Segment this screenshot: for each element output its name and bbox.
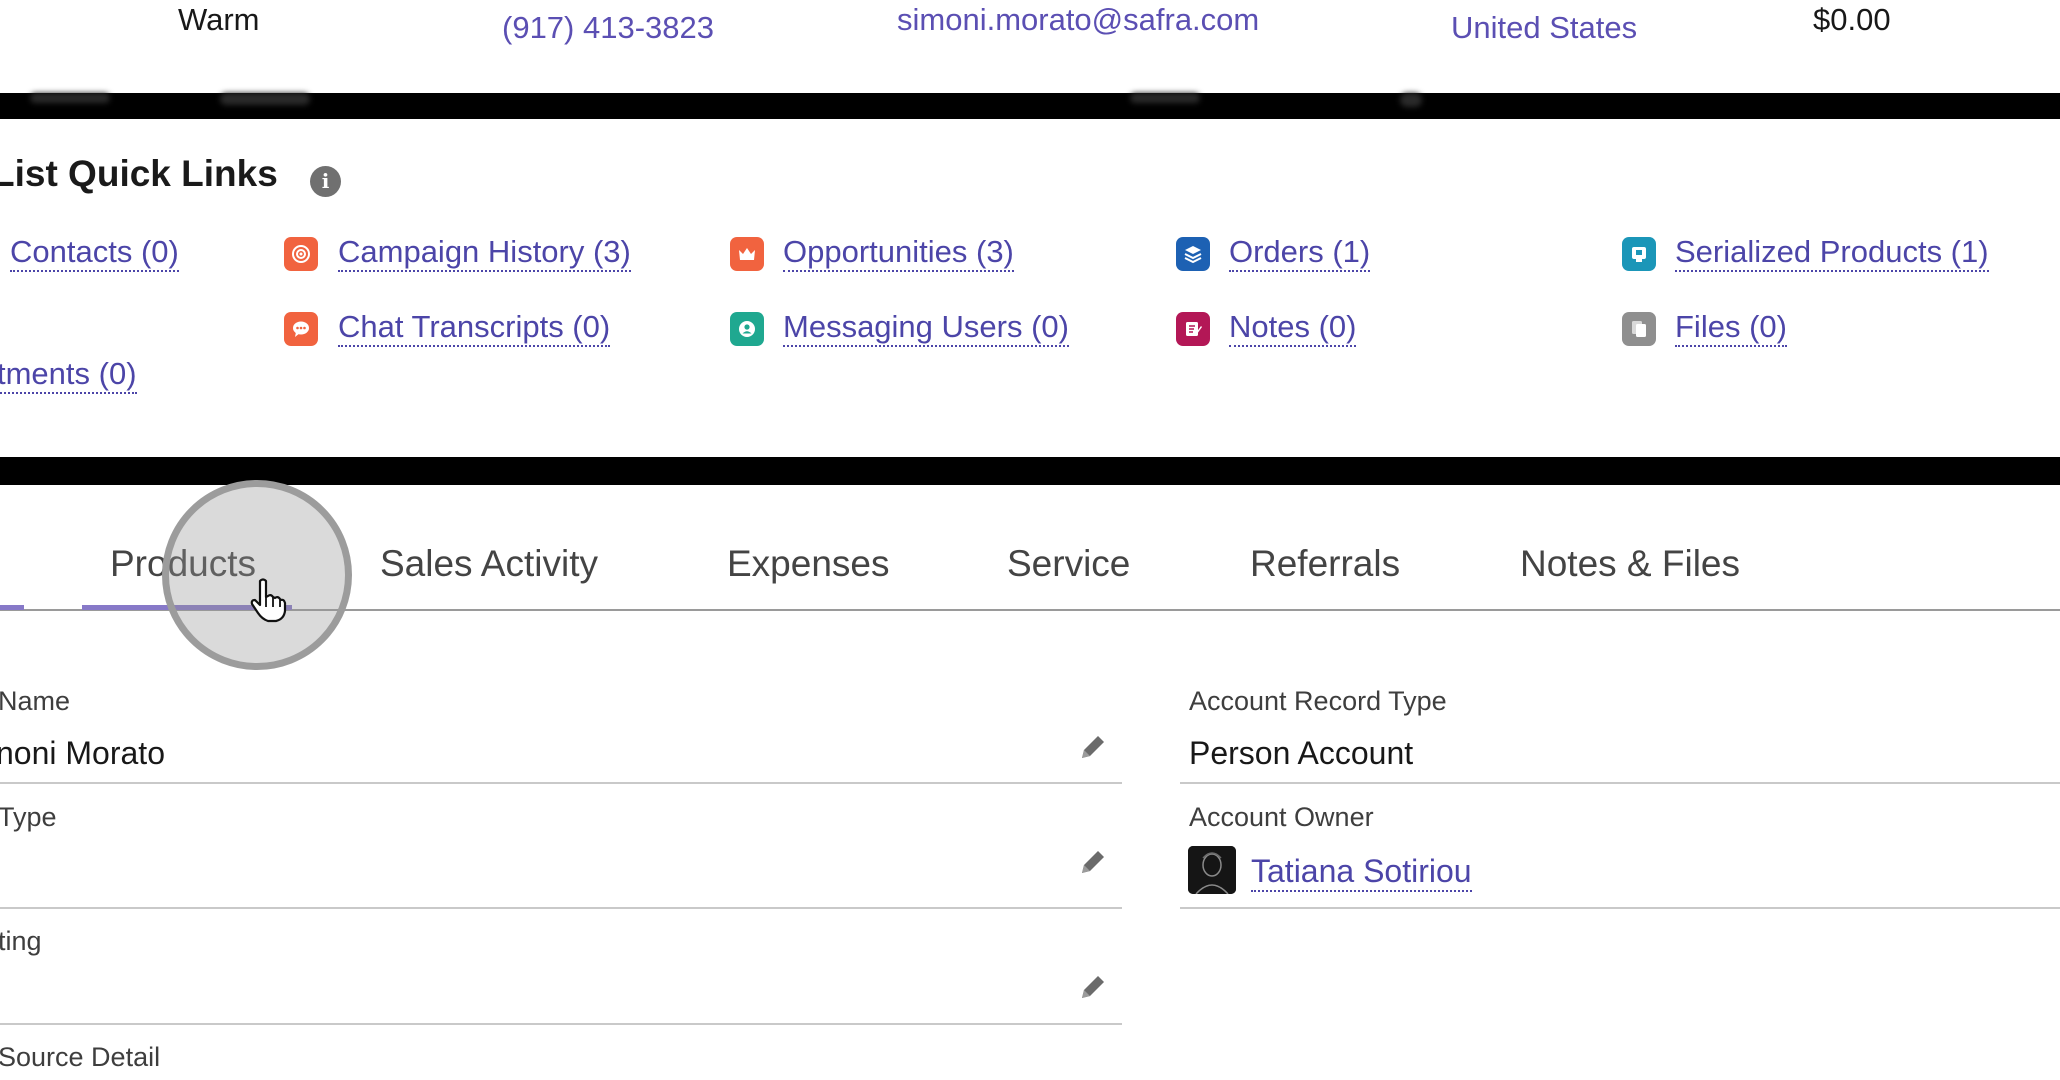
note-icon (1176, 312, 1210, 346)
tab-expenses[interactable]: Expenses (727, 543, 890, 585)
field-label-account-record-type: Account Record Type (1189, 686, 1447, 716)
quick-link-messaging-users[interactable]: Messaging Users (0) (783, 309, 1069, 347)
field-label-account-owner: Account Owner (1189, 802, 1374, 832)
quick-link-files[interactable]: Files (0) (1675, 309, 1787, 347)
messaging-user-icon (730, 312, 764, 346)
field-divider (1180, 907, 2060, 909)
crown-icon (730, 237, 764, 271)
quick-link-attachments[interactable]: tments (0) (0, 356, 137, 394)
quick-link-orders[interactable]: Orders (1) (1229, 234, 1371, 272)
field-divider (1180, 782, 2060, 784)
tab-notes-files[interactable]: Notes & Files (1520, 543, 1740, 585)
quick-links-title: List Quick Links (0, 153, 278, 194)
stack-icon (1176, 237, 1210, 271)
phone-link[interactable]: (917) 413-3823 (502, 10, 714, 46)
field-label-source-detail: Source Detail (0, 1042, 161, 1072)
account-owner-link[interactable]: Tatiana Sotiriou (1251, 852, 1472, 892)
edit-rating-pencil-icon[interactable] (1076, 970, 1110, 1004)
quick-link-opportunities[interactable]: Opportunities (3) (783, 234, 1014, 272)
tab-referrals[interactable]: Referrals (1250, 543, 1400, 585)
edit-type-pencil-icon[interactable] (1076, 845, 1110, 879)
field-divider (0, 907, 1122, 909)
field-value-account-record-type: Person Account (1189, 735, 1414, 771)
field-divider (0, 1023, 1122, 1025)
field-divider (0, 782, 1122, 784)
owner-avatar (1188, 846, 1236, 894)
country-value: United States (1451, 10, 1638, 45)
field-label-type: Type (0, 802, 57, 832)
product-icon (1622, 237, 1656, 271)
quick-link-campaign-history[interactable]: Campaign History (3) (338, 234, 631, 272)
hand-cursor-icon (250, 578, 287, 623)
edit-name-pencil-icon[interactable] (1076, 730, 1110, 764)
amount-value: $0.00 (1813, 2, 1891, 37)
chat-icon (284, 312, 318, 346)
campaign-icon (284, 237, 318, 271)
field-label-rating: ting (0, 926, 42, 956)
tab-prev-indicator (0, 605, 24, 610)
click-indicator (162, 480, 352, 670)
tab-service[interactable]: Service (1007, 543, 1130, 585)
quick-link-serialized-products[interactable]: Serialized Products (1) (1675, 234, 1989, 272)
file-icon (1622, 312, 1656, 346)
divider-top (0, 93, 2060, 119)
field-label-name: Name (0, 686, 71, 716)
rating-value: Warm (178, 2, 260, 37)
quick-link-notes[interactable]: Notes (0) (1229, 309, 1357, 347)
field-value-name: noni Morato (0, 735, 165, 771)
info-icon[interactable]: i (310, 166, 341, 197)
quick-link-chat-transcripts[interactable]: Chat Transcripts (0) (338, 309, 611, 347)
tab-sales-activity[interactable]: Sales Activity (380, 543, 598, 585)
quick-link-contacts[interactable]: Contacts (0) (10, 234, 179, 272)
email-link[interactable]: simoni.morato@safra.com (897, 2, 1259, 38)
divider-middle (0, 457, 2060, 485)
